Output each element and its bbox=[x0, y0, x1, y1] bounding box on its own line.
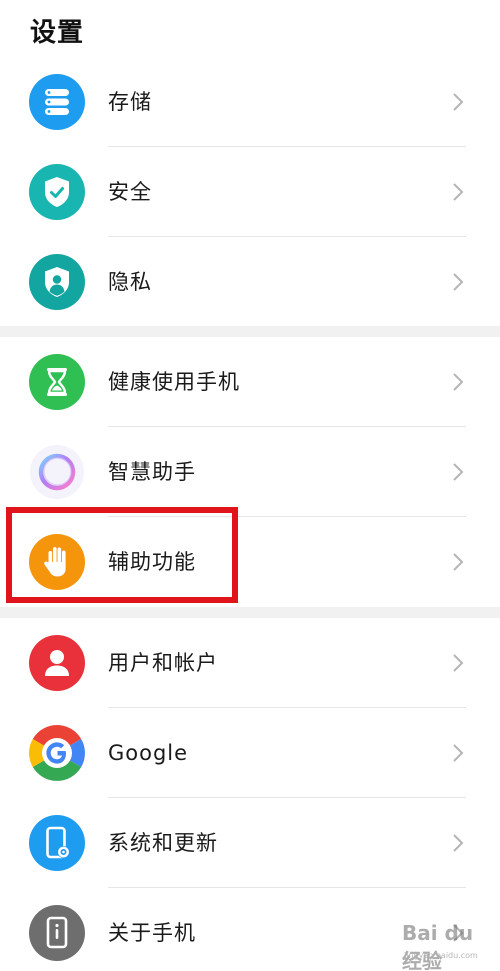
settings-item-label: 隐私 bbox=[108, 270, 152, 294]
settings-item-digital-balance[interactable]: 健康使用手机 bbox=[0, 337, 500, 427]
watermark-text: Bai du 经验 bbox=[402, 921, 474, 971]
settings-item-label: 健康使用手机 bbox=[108, 370, 240, 394]
section-separator bbox=[0, 607, 500, 618]
settings-item-smart-assistant[interactable]: 智慧助手 bbox=[0, 427, 500, 517]
chevron-right-icon bbox=[453, 183, 464, 201]
chevron-right-icon bbox=[453, 273, 464, 291]
settings-item-label: 智慧助手 bbox=[108, 460, 196, 484]
settings-screen: 设置 存储 安全 隐私 健康使用手机 智慧助手 辅助功能 用户和帐户 Googl… bbox=[0, 0, 500, 971]
watermark: Bai du 经验 jingyan.baidu.com bbox=[398, 919, 494, 971]
chevron-right-icon bbox=[453, 553, 464, 571]
google-icon bbox=[29, 725, 85, 781]
chevron-right-icon bbox=[453, 93, 464, 111]
chevron-right-icon bbox=[453, 373, 464, 391]
settings-item-storage[interactable]: 存储 bbox=[0, 57, 500, 147]
settings-item-label: Google bbox=[108, 741, 189, 765]
settings-group-1: 存储 安全 隐私 bbox=[0, 57, 500, 327]
chevron-right-icon bbox=[453, 834, 464, 852]
settings-item-google[interactable]: Google bbox=[0, 708, 500, 798]
system-update-icon bbox=[29, 815, 85, 871]
storage-icon bbox=[29, 74, 85, 130]
highlight-box bbox=[6, 507, 238, 603]
settings-item-privacy[interactable]: 隐私 bbox=[0, 237, 500, 327]
watermark-subtext: jingyan.baidu.com bbox=[404, 951, 478, 960]
security-shield-icon bbox=[29, 164, 85, 220]
section-separator bbox=[0, 326, 500, 337]
settings-item-label: 系统和更新 bbox=[108, 831, 218, 855]
user-icon bbox=[29, 635, 85, 691]
settings-item-label: 安全 bbox=[108, 180, 152, 204]
chevron-right-icon bbox=[453, 654, 464, 672]
settings-item-label: 存储 bbox=[108, 90, 152, 114]
settings-item-users-accounts[interactable]: 用户和帐户 bbox=[0, 618, 500, 708]
settings-item-label: 用户和帐户 bbox=[108, 651, 218, 675]
smart-assistant-icon bbox=[29, 444, 85, 500]
hourglass-icon bbox=[29, 354, 85, 410]
settings-item-system-updates[interactable]: 系统和更新 bbox=[0, 798, 500, 888]
phone-info-icon bbox=[29, 905, 85, 961]
settings-item-label: 关于手机 bbox=[108, 921, 196, 945]
chevron-right-icon bbox=[453, 463, 464, 481]
chevron-right-icon bbox=[453, 744, 464, 762]
settings-item-security[interactable]: 安全 bbox=[0, 147, 500, 237]
page-title: 设置 bbox=[30, 18, 85, 48]
privacy-icon bbox=[29, 254, 85, 310]
